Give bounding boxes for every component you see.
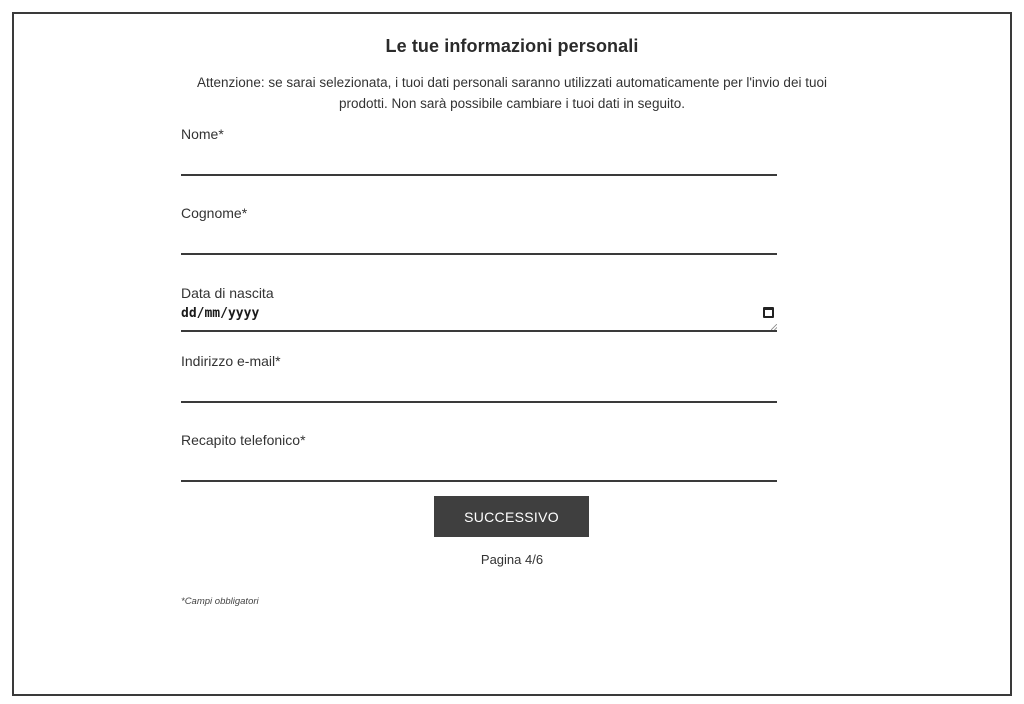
field-cognome: Cognome*: [181, 205, 777, 255]
email-label: Indirizzo e-mail*: [181, 353, 281, 369]
notice-text: Attenzione: se sarai selezionata, i tuoi…: [197, 75, 827, 111]
resize-grip-icon: [771, 324, 777, 330]
nome-input[interactable]: [181, 148, 777, 176]
field-telefono: Recapito telefonico*: [181, 432, 777, 482]
telefono-label: Recapito telefonico*: [181, 432, 306, 448]
email-input[interactable]: [181, 375, 777, 403]
field-data-nascita: Data di nascita dd/mm/yyyy: [181, 285, 777, 337]
data-nascita-label: Data di nascita: [181, 285, 274, 301]
page-indicator: Pagina 4/6: [480, 552, 544, 567]
field-nome: Nome*: [181, 126, 777, 176]
cognome-input[interactable]: [181, 227, 777, 255]
field-email: Indirizzo e-mail*: [181, 353, 777, 403]
next-button[interactable]: SUCCESSIVO: [434, 496, 589, 537]
required-fields-note: *Campi obbligatori: [181, 596, 259, 607]
date-value: dd/mm/yyyy: [181, 306, 260, 321]
telefono-input[interactable]: [181, 454, 777, 482]
date-input[interactable]: dd/mm/yyyy: [181, 302, 777, 332]
nome-label: Nome*: [181, 126, 224, 142]
calendar-icon[interactable]: [763, 307, 774, 318]
page-title: Le tue informazioni personali: [385, 36, 639, 56]
cognome-label: Cognome*: [181, 205, 248, 221]
